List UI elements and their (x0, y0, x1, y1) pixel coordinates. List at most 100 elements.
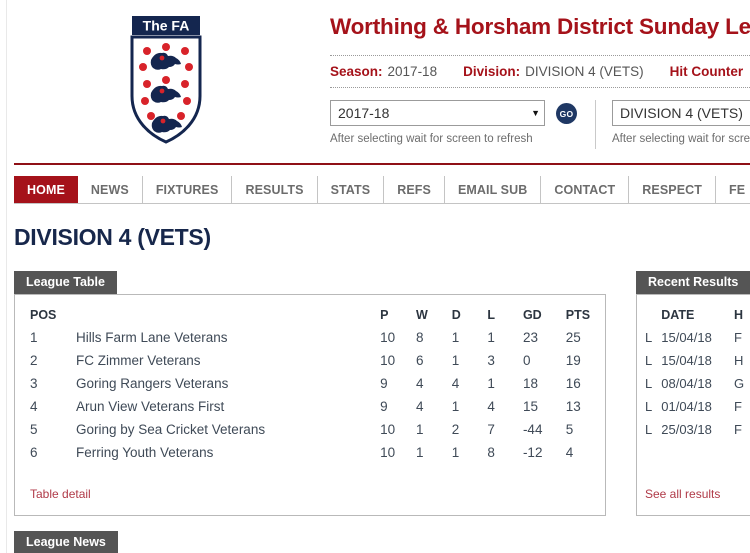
season-select-hint: After selecting wait for screen to refre… (330, 133, 533, 145)
row-won: 1 (415, 422, 424, 437)
row-home-team: F (734, 422, 742, 437)
row-pos: 3 (30, 376, 38, 391)
row-gd: -12 (522, 445, 543, 460)
nav-item-home[interactable]: HOME (14, 176, 78, 203)
row-played: 10 (380, 330, 396, 345)
row-pts: 25 (565, 330, 581, 345)
row-result-letter: L (645, 399, 653, 414)
main-navigation: HOME NEWS FIXTURES RESULTS STATS REFS EMAIL SU… (14, 176, 750, 204)
team-link-cell[interactable]: Hills Farm Lane Veterans (76, 326, 380, 349)
recent-results-header-row: DATE H (637, 304, 750, 326)
team-link-cell[interactable]: FC Zimmer Veterans (76, 349, 380, 372)
team-link-cell[interactable]: Goring by Sea Cricket Veterans (76, 418, 380, 441)
row-lost: 1 (487, 376, 495, 391)
row-drawn: 1 (451, 353, 460, 368)
table-row: 2 FC Zimmer Veterans 10 6 1 3 0 19 (15, 349, 605, 372)
row-drawn: 1 (451, 445, 460, 460)
meta-hit-counter: Hit Counter (670, 64, 744, 79)
row-played: 9 (380, 399, 388, 414)
site-header: The FA Worthing & Horsham District Sunda… (0, 0, 750, 155)
league-news-panel-title: League News (14, 531, 118, 553)
table-row: 3 Goring Rangers Veterans 9 4 4 1 18 16 (15, 372, 605, 395)
league-table-body: POS P W D L GD PTS 1 Hills Farm Lane Vete… (14, 294, 606, 516)
recent-results-table: DATE H L 15/04/18 F L 15/04/18 H L 08/04/18 G L 01… (637, 304, 750, 441)
row-gd: -44 (522, 422, 543, 437)
row-pos: 4 (30, 399, 38, 414)
nav-item-refs[interactable]: REFS (384, 176, 445, 203)
row-date: 01/04/18 (661, 399, 712, 414)
row-pos: 1 (30, 330, 38, 345)
league-table-header-row: POS P W D L GD PTS (15, 304, 605, 326)
team-link-cell[interactable]: Goring Rangers Veterans (76, 372, 380, 395)
row-gd: 23 (522, 330, 538, 345)
col-pos: POS (30, 308, 57, 322)
col-p: P (380, 308, 389, 322)
row-lost: 8 (487, 445, 495, 460)
recent-results-panel-title: Recent Results (636, 271, 750, 294)
nav-item-fixtures[interactable]: FIXTURES (142, 176, 233, 203)
col-w: W (415, 308, 428, 322)
league-news-panel: League News (14, 531, 606, 553)
season-select[interactable]: 2017-18 ▼ (330, 100, 545, 126)
list-item: L 15/04/18 F (637, 326, 750, 349)
row-pts: 5 (565, 422, 574, 437)
row-pos: 6 (30, 445, 38, 460)
header-meta-row: Season: 2017-18 Division: DIVISION 4 (VETS… (330, 55, 750, 88)
col-l: L (487, 308, 496, 322)
row-gd: 18 (522, 376, 538, 391)
season-selector-block: 2017-18 ▼ After selecting wait for scree… (330, 100, 577, 145)
list-item: L 25/03/18 F (637, 418, 750, 441)
list-item: L 01/04/18 F (637, 395, 750, 418)
go-button[interactable]: GO (556, 103, 577, 124)
row-won: 4 (415, 399, 424, 414)
row-played: 10 (380, 445, 396, 460)
row-result-letter: L (645, 422, 653, 437)
row-lost: 3 (487, 353, 495, 368)
meta-season: Season: 2017-18 (330, 64, 437, 79)
row-drawn: 1 (451, 399, 460, 414)
see-all-results-link[interactable]: See all results (645, 487, 720, 501)
meta-division: Division: DIVISION 4 (VETS) (463, 64, 644, 79)
nav-item-fe[interactable]: FE (716, 176, 750, 203)
row-home-team: F (734, 330, 742, 345)
nav-item-stats[interactable]: STATS (317, 176, 385, 203)
row-pts: 19 (565, 353, 581, 368)
meta-division-value: DIVISION 4 (VETS) (525, 64, 644, 79)
table-row: 4 Arun View Veterans First 9 4 1 4 15 13 (15, 395, 605, 418)
col-d: D (451, 308, 461, 322)
row-home-team: G (734, 376, 745, 391)
col-gd: GD (522, 308, 542, 322)
nav-item-email-sub[interactable]: EMAIL SUB (444, 176, 542, 203)
table-detail-link[interactable]: Table detail (30, 487, 91, 501)
team-link-cell[interactable]: Arun View Veterans First (76, 395, 380, 418)
table-row: 1 Hills Farm Lane Veterans 10 8 1 1 23 25 (15, 326, 605, 349)
row-won: 8 (415, 330, 424, 345)
division-select[interactable]: DIVISION 4 (VETS) (612, 100, 750, 126)
col-result (637, 304, 661, 326)
row-won: 4 (415, 376, 424, 391)
fa-crest-icon: The FA (130, 16, 202, 144)
meta-hit-counter-label: Hit Counter (669, 64, 744, 79)
nav-item-respect[interactable]: RESPECT (629, 176, 716, 203)
row-lost: 4 (487, 399, 495, 414)
nav-item-contact[interactable]: CONTACT (541, 176, 630, 203)
row-pts: 13 (565, 399, 581, 414)
table-row: 6 Ferring Youth Veterans 10 1 1 8 -12 4 (15, 441, 605, 464)
nav-item-news[interactable]: NEWS (77, 176, 143, 203)
season-select-value: 2017-18 (338, 105, 390, 121)
col-home: H (734, 308, 744, 322)
row-played: 9 (380, 376, 388, 391)
col-pts: PTS (565, 308, 591, 322)
row-date: 15/04/18 (661, 330, 712, 345)
nav-item-results[interactable]: RESULTS (232, 176, 318, 203)
recent-results-panel: Recent Results DATE H L 15/04/18 F L 15/04/1… (636, 271, 750, 516)
team-link-cell[interactable]: Ferring Youth Veterans (76, 441, 380, 464)
row-result-letter: L (645, 330, 653, 345)
league-table-panel-title: League Table (14, 271, 117, 294)
row-drawn: 1 (451, 330, 460, 345)
col-team (76, 304, 380, 326)
selector-row: 2017-18 ▼ After selecting wait for scree… (330, 100, 750, 152)
row-home-team: H (734, 353, 744, 368)
fa-crest-logo: The FA (118, 8, 214, 150)
list-item: L 08/04/18 G (637, 372, 750, 395)
